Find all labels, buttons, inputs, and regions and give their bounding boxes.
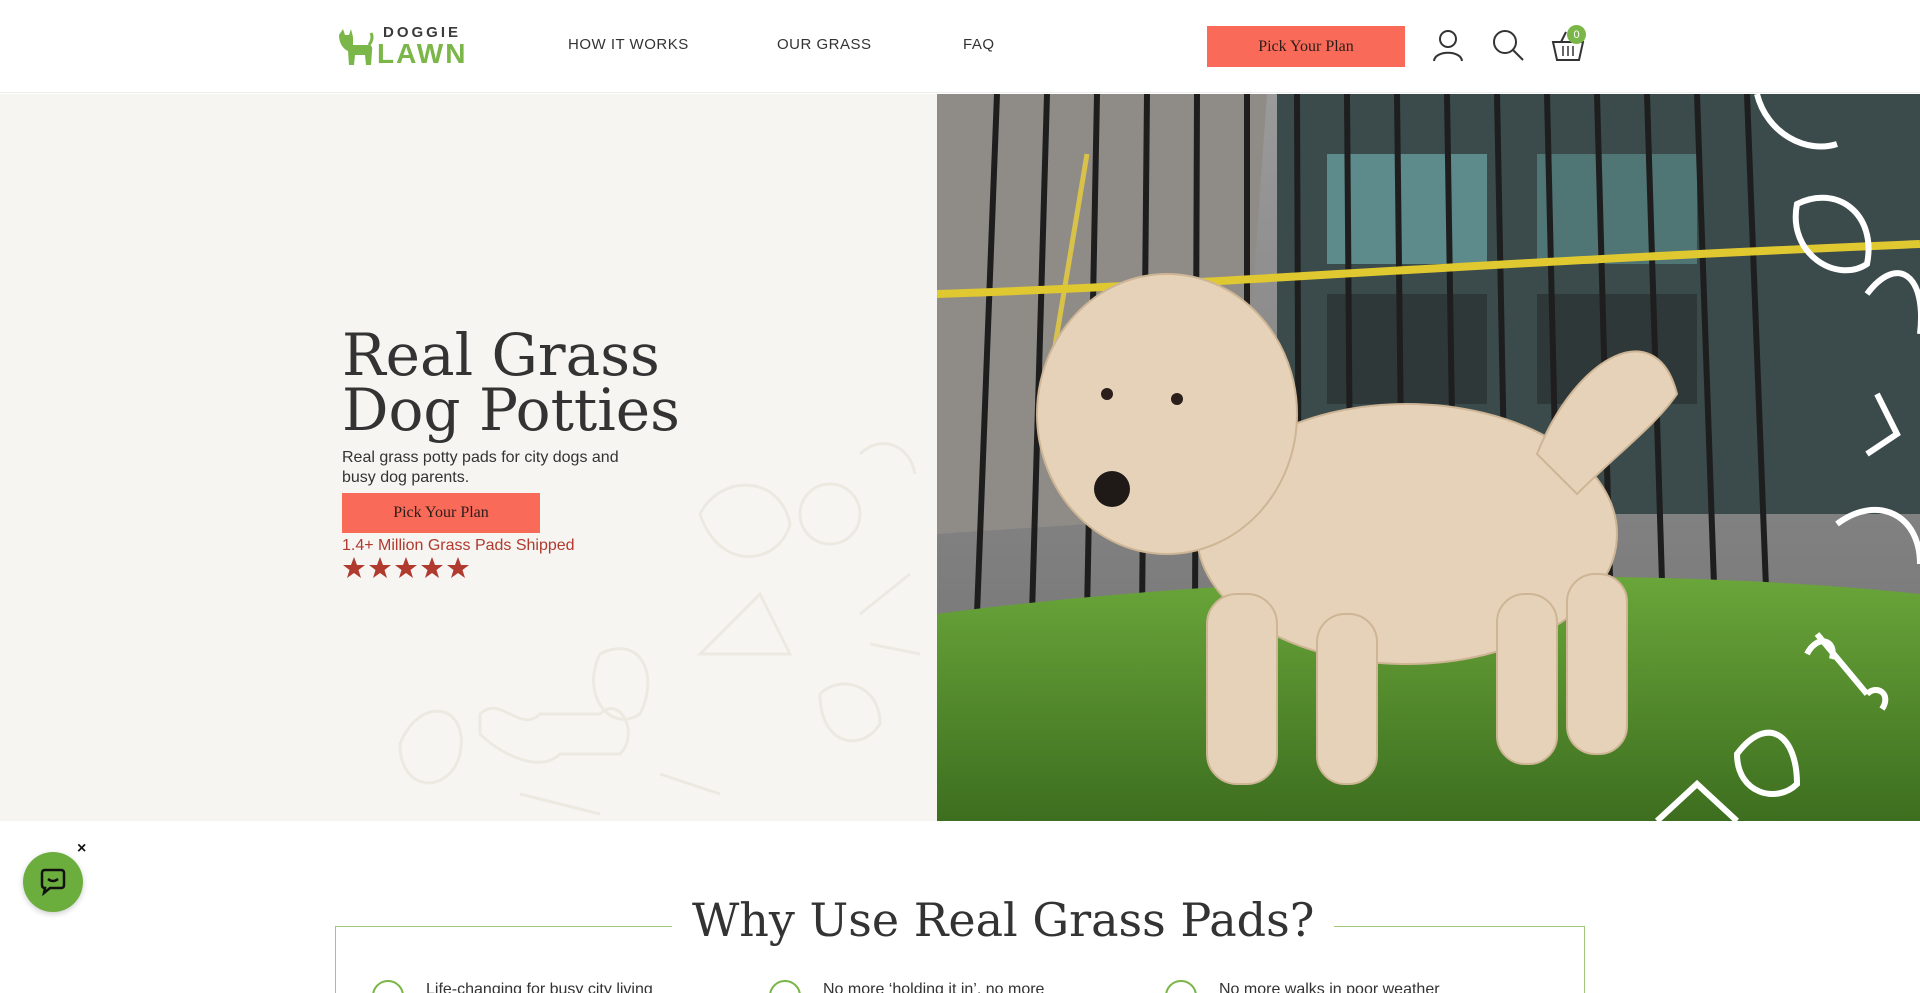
nav-faq[interactable]: FAQ [963, 36, 995, 53]
site-header: DOGGIE LAWN HOW IT WORKS OUR GRASS FAQ P… [0, 0, 1920, 93]
user-icon[interactable] [1431, 28, 1465, 62]
chat-launcher-button[interactable] [23, 852, 83, 912]
logo-text-bottom: LAWN [377, 37, 468, 69]
hero-dog-photo [937, 94, 1920, 821]
hero-title: Real Grass Dog Potties [342, 321, 680, 444]
doggie-lawn-logo[interactable]: DOGGIE LAWN [335, 24, 481, 68]
nav-how-it-works[interactable]: HOW IT WORKS [568, 36, 689, 53]
chat-close-button[interactable]: × [77, 840, 86, 858]
check-circle-icon [1165, 980, 1197, 993]
why-item-text: No more walks in poor weather [1219, 981, 1440, 993]
cart-count-badge: 0 [1567, 25, 1586, 44]
why-title: Why Use Real Grass Pads? [692, 893, 1315, 947]
why-item-1: Life-changing for busy city living [372, 980, 653, 993]
hero-title-line-1: Real Grass [342, 321, 660, 389]
dog-logo-icon [339, 29, 374, 65]
pads-shipped-text: 1.4+ Million Grass Pads Shipped [342, 537, 575, 554]
hero-subtitle: Real grass potty pads for city dogs and … [342, 449, 619, 486]
nav-our-grass[interactable]: OUR GRASS [777, 36, 872, 53]
why-item-text: Life-changing for busy city living [426, 981, 653, 993]
why-section-heading: Why Use Real Grass Pads? [672, 893, 1335, 947]
check-circle-icon [769, 980, 801, 993]
chat-icon [40, 868, 66, 897]
why-item-3: No more walks in poor weather [1165, 980, 1440, 993]
why-item-2: No more ‘holding it in’, no more [769, 980, 1044, 993]
star-icon [447, 557, 469, 578]
star-icon [369, 557, 391, 578]
star-icon [343, 557, 365, 578]
header-pick-plan-button[interactable]: Pick Your Plan [1207, 26, 1405, 67]
dog-on-grass-image [937, 94, 1920, 821]
hero-pick-plan-button[interactable]: Pick Your Plan [342, 493, 540, 533]
star-icon [421, 557, 443, 578]
rating-stars [342, 556, 470, 580]
star-icon [395, 557, 417, 578]
why-item-text: No more ‘holding it in’, no more [823, 981, 1045, 993]
hero-text-panel: Real Grass Dog Potties Real grass potty … [0, 94, 937, 821]
search-icon[interactable] [1491, 28, 1525, 62]
check-circle-icon [372, 980, 404, 993]
hero-title-line-2: Dog Potties [342, 376, 680, 444]
